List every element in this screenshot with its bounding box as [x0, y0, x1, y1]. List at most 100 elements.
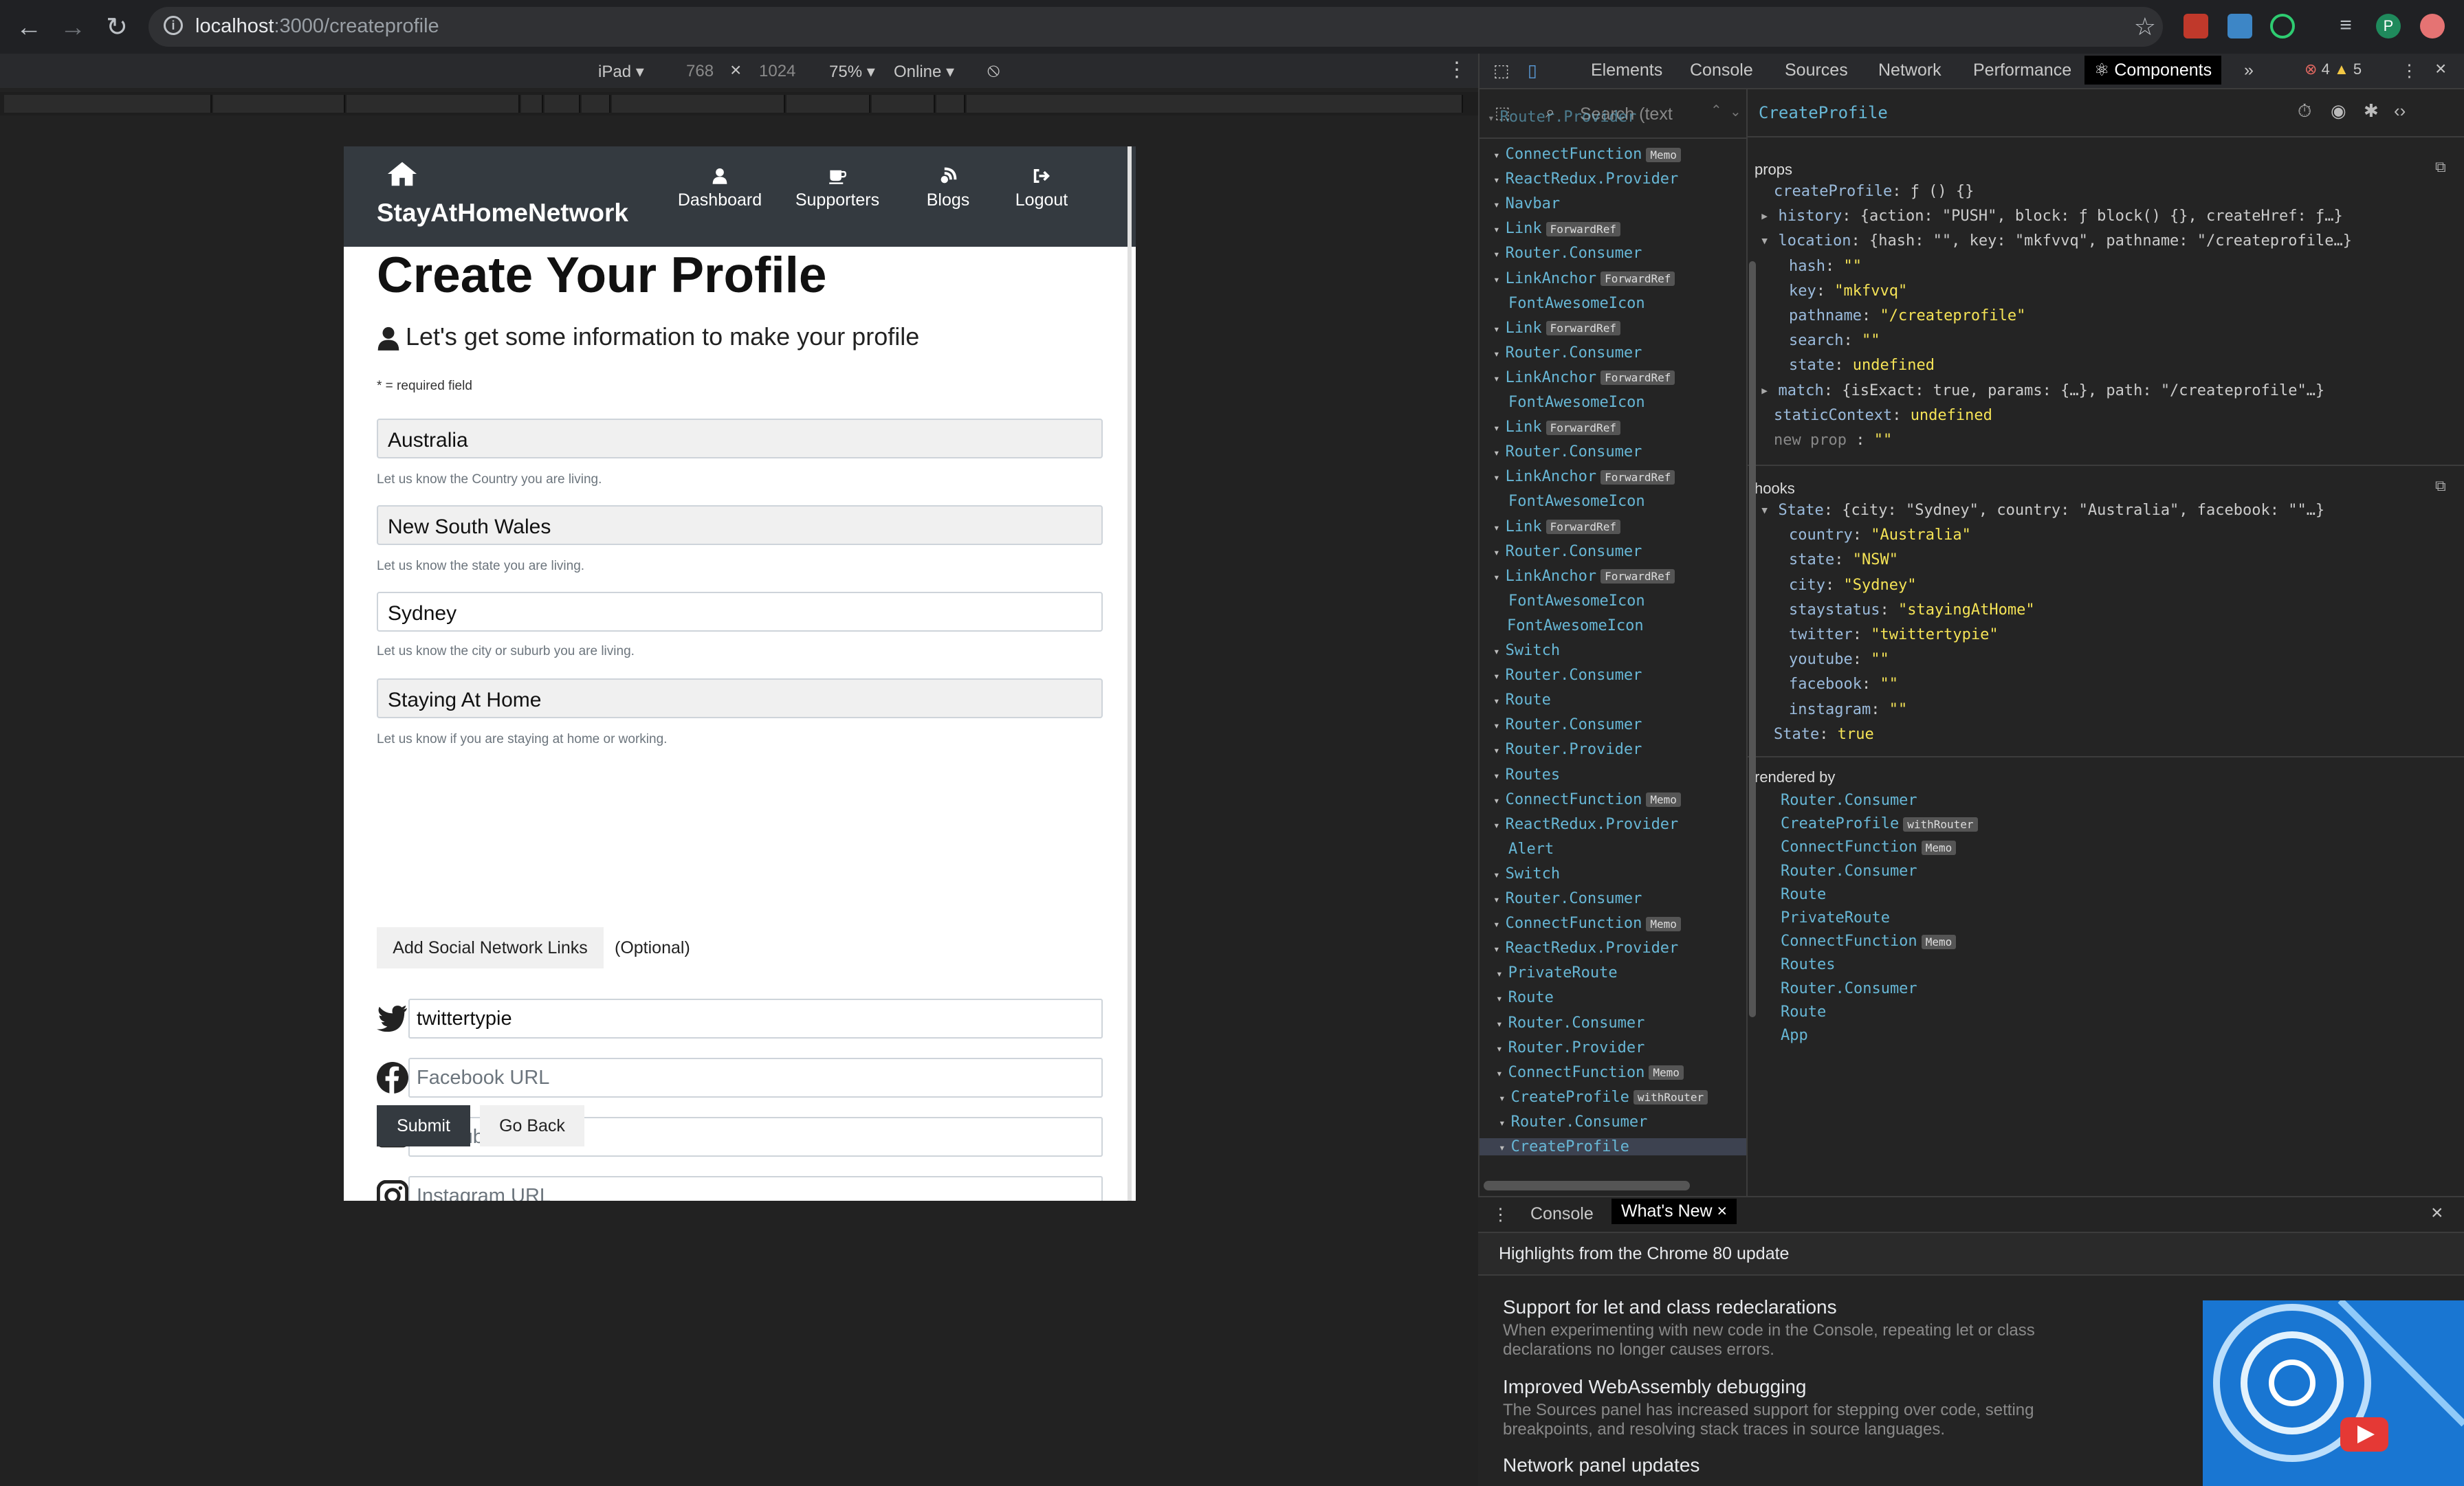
rendered-by-item[interactable]: App [1781, 1027, 1808, 1044]
nav-dashboard[interactable]: Dashboard [675, 167, 764, 210]
media-query-segment[interactable] [872, 95, 935, 113]
tree-node[interactable]: ▾ Router.Consumer [1493, 716, 1642, 733]
forward-icon[interactable]: → [58, 12, 88, 43]
tree-node[interactable]: ▾ LinkAnchor ForwardRef [1493, 369, 1675, 386]
tree-node[interactable]: ▾ Router.Consumer [1493, 543, 1642, 560]
inspector-row[interactable]: city: "Sydney" [1789, 577, 1916, 594]
tree-node[interactable]: ▾ Router.Consumer [1493, 667, 1642, 684]
tree-node[interactable]: ▾ Link ForwardRef [1493, 518, 1620, 535]
inspector-row[interactable]: hash: "" [1789, 258, 1862, 275]
network-throttle-select[interactable]: Online ▾ [894, 62, 954, 82]
rendered-by-item[interactable]: Routes [1781, 956, 1835, 973]
tree-node[interactable]: ▾ Switch [1493, 865, 1560, 883]
media-query-segment[interactable] [936, 95, 965, 113]
expand-arrow-icon[interactable]: ▾ [1493, 471, 1500, 484]
tree-node[interactable]: ▾ ConnectFunction Memo [1493, 146, 1681, 163]
expand-arrow-icon[interactable]: ▾ [1493, 347, 1500, 360]
expand-arrow-icon[interactable]: ▾ [1493, 918, 1500, 931]
whats-new-item[interactable]: Network panel updates [1503, 1454, 2122, 1476]
search-next-icon[interactable]: ⌄ [1730, 103, 1741, 120]
rendered-by-item[interactable]: ConnectFunction Memo [1781, 839, 1957, 856]
expand-arrow-icon[interactable]: ▾ [1496, 1042, 1503, 1055]
expand-arrow-icon[interactable]: ▾ [1493, 794, 1500, 807]
tree-node[interactable]: ▾ ReactRedux.Provider [1493, 170, 1678, 188]
expand-arrow-icon[interactable]: ▾ [1493, 446, 1500, 459]
rendered-by-item[interactable]: Router.Consumer [1781, 980, 1917, 997]
expand-arrow-icon[interactable]: ▸ [1760, 208, 1779, 225]
tree-node[interactable]: ▾ Router.Consumer [1493, 344, 1642, 362]
tab-console[interactable]: Console [1690, 60, 1753, 80]
expand-arrow-icon[interactable]: ▾ [1493, 694, 1500, 707]
city-field[interactable]: Sydney [377, 592, 1103, 632]
reload-icon[interactable]: ↻ [102, 12, 132, 43]
tree-node[interactable]: ▾ PrivateRoute [1496, 964, 1618, 982]
tree-node[interactable]: ▾ Router.Provider [1493, 741, 1642, 758]
inspector-row[interactable]: ▾ State: {city: "Sydney", country: "Aust… [1760, 502, 2324, 519]
expand-arrow-icon[interactable]: ▾ [1760, 502, 1779, 519]
zoom-select[interactable]: 75% ▾ [829, 62, 875, 82]
expand-arrow-icon[interactable]: ▾ [1493, 769, 1500, 782]
extension-icon[interactable] [2228, 14, 2252, 38]
url-text[interactable]: localhost:3000/createprofile [195, 15, 439, 38]
info-icon[interactable]: i [164, 16, 183, 35]
tree-node[interactable]: ▾ Link ForwardRef [1493, 419, 1620, 436]
tree-vertical-scrollbar[interactable] [1749, 261, 1756, 1017]
device-width[interactable]: 768 [686, 62, 714, 81]
close-drawer-icon[interactable]: × [2431, 1201, 2443, 1225]
expand-arrow-icon[interactable]: ▾ [1493, 645, 1500, 658]
tree-node[interactable]: FontAwesomeIcon [1508, 394, 1645, 411]
inspector-row[interactable]: ▾ location: {hash: "", key: "mkfvvq", pa… [1760, 232, 2352, 249]
expand-arrow-icon[interactable]: ▾ [1488, 111, 1495, 124]
nav-supporters[interactable]: Supporters [792, 167, 883, 210]
inspector-row[interactable]: search: "" [1789, 332, 1880, 349]
rendered-by-item[interactable]: Route [1781, 886, 1826, 903]
status-select[interactable]: Staying At Home [377, 678, 1103, 718]
inspector-row[interactable]: youtube: "" [1789, 651, 1889, 668]
rendered-by-item[interactable]: CreateProfile withRouter [1781, 815, 1978, 832]
rendered-by-item[interactable]: Router.Consumer [1781, 863, 1917, 880]
eye-icon[interactable]: ◉ [2331, 100, 2346, 122]
tree-node[interactable]: ▾ Switch [1493, 642, 1560, 659]
tree-node[interactable]: ▾ Navbar [1493, 195, 1560, 212]
devtools-menu-icon[interactable]: ⋮ [2401, 60, 2418, 81]
tree-node[interactable]: ▾ Router.Provider [1496, 1039, 1644, 1056]
drawer-menu-icon[interactable]: ⋮ [1492, 1204, 1509, 1225]
copy-props-icon[interactable]: ⧉ [2435, 158, 2446, 176]
state-field[interactable]: New South Wales [377, 505, 1103, 545]
tree-node[interactable]: ▾ ReactRedux.Provider [1493, 816, 1678, 833]
drawer-tab-whats-new[interactable]: What's New × [1612, 1199, 1737, 1224]
bug-icon[interactable]: ✱ [2364, 100, 2379, 122]
tree-node[interactable]: ▾ Route [1496, 989, 1554, 1006]
view-source-icon[interactable]: ‹› [2394, 100, 2406, 122]
media-query-segment[interactable] [612, 95, 785, 113]
tab-sources[interactable]: Sources [1785, 60, 1848, 80]
home-icon[interactable] [386, 160, 418, 188]
brand-link[interactable]: StayAtHomeNetwork [377, 199, 628, 228]
tree-node[interactable]: ▾ Link ForwardRef [1493, 320, 1620, 337]
expand-arrow-icon[interactable]: ▸ [1760, 382, 1779, 399]
extension-icon[interactable] [2270, 14, 2295, 38]
inspector-row[interactable]: pathname: "/createprofile" [1789, 307, 2025, 324]
inspector-row[interactable]: staticContext: undefined [1774, 407, 1992, 424]
rendered-by-item[interactable]: Route [1781, 1003, 1826, 1021]
expand-arrow-icon[interactable]: ▾ [1493, 521, 1500, 534]
inspector-row[interactable]: state: "NSW" [1789, 551, 1898, 568]
expand-arrow-icon[interactable]: ▾ [1493, 868, 1500, 881]
expand-arrow-icon[interactable]: ▾ [1493, 719, 1500, 732]
tree-node[interactable]: ▾ Router.Consumer [1493, 890, 1642, 907]
tree-node[interactable]: ▾ Router.Consumer [1493, 443, 1642, 461]
tree-node[interactable]: ▾ Routes [1493, 766, 1560, 784]
tree-node[interactable]: ▾ LinkAnchor ForwardRef [1493, 270, 1675, 287]
tree-node[interactable]: FontAwesomeIcon [1508, 295, 1645, 312]
media-query-segment[interactable] [521, 95, 543, 113]
tree-node[interactable]: ▾ ConnectFunction Memo [1493, 915, 1681, 932]
expand-arrow-icon[interactable]: ▾ [1493, 570, 1500, 584]
expand-arrow-icon[interactable]: ▾ [1493, 421, 1500, 434]
page-scrollbar[interactable] [1128, 146, 1132, 1201]
expand-arrow-icon[interactable]: ▾ [1496, 1017, 1503, 1030]
rendered-by-item[interactable]: Router.Consumer [1781, 792, 1917, 809]
media-query-segment[interactable] [786, 95, 870, 113]
expand-arrow-icon[interactable]: ▾ [1493, 942, 1500, 955]
add-social-links-button[interactable]: Add Social Network Links [377, 927, 604, 968]
tab-elements[interactable]: Elements [1591, 60, 1662, 80]
